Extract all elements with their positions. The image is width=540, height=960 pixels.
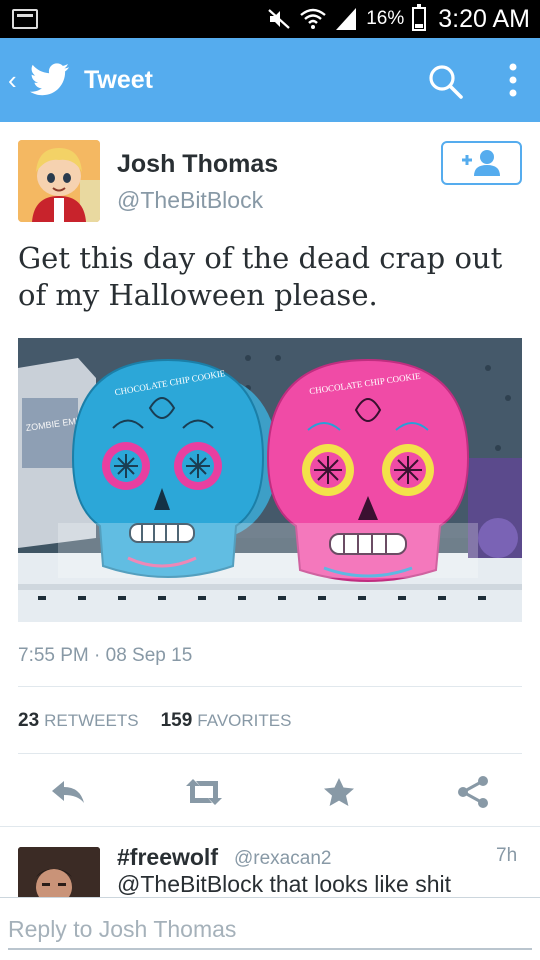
clock: 3:20 AM (438, 4, 530, 33)
tweet-actions (0, 772, 540, 812)
reply-input[interactable] (8, 910, 532, 950)
favorites-stat[interactable]: 159 FAVORITES (161, 710, 292, 732)
share-button[interactable] (453, 772, 493, 812)
retweets-stat[interactable]: 23 RETWEETS (18, 710, 139, 732)
tweet-timestamp: 7:55 PM · 08 Sep 15 (18, 645, 193, 666)
reply-composer (0, 897, 540, 960)
status-bar-right: 16% 3:20 AM (266, 0, 530, 38)
reply-icon (52, 781, 84, 803)
battery-percent: 16% (366, 8, 405, 29)
avatar-illustration (18, 140, 100, 222)
photo-illustration: ZOMBIE EMPORIUM CHOCOLATE CHIP COOKIE CH… (18, 338, 522, 622)
add-user-icon (461, 150, 500, 176)
mute-icon (268, 9, 290, 29)
reply-button[interactable] (48, 772, 88, 812)
divider (18, 686, 522, 687)
favorites-count: 159 (160, 710, 193, 731)
app-bar: ‹ Tweet (0, 38, 540, 122)
more-vert-icon[interactable] (496, 60, 530, 100)
divider (0, 826, 540, 827)
wifi-icon (300, 8, 327, 29)
divider (18, 753, 522, 754)
search-icon[interactable] (426, 62, 466, 102)
back-chevron-icon[interactable]: ‹ (8, 67, 24, 93)
notification-icon (12, 9, 38, 29)
reply-user-name[interactable]: #freewolf (117, 844, 218, 871)
favorite-button[interactable] (319, 772, 359, 812)
twitter-bird-icon[interactable] (30, 63, 70, 97)
signal-icon (336, 8, 357, 30)
user-name[interactable]: Josh Thomas (117, 150, 278, 179)
tweet-stats: 23 RETWEETS 159 FAVORITES (18, 710, 291, 732)
favorite-icon (324, 778, 354, 806)
avatar[interactable] (18, 140, 100, 222)
retweets-count: 23 (18, 710, 40, 731)
follow-button[interactable] (441, 141, 522, 185)
battery-icon (412, 4, 427, 31)
status-bar: 16% 3:20 AM (0, 0, 540, 38)
retweet-icon (186, 779, 222, 805)
tweet-text: Get this day of the dead crap out of my … (18, 241, 503, 312)
retweet-button[interactable] (184, 772, 224, 812)
page-title: Tweet (84, 65, 153, 94)
retweets-label: RETWEETS (44, 711, 139, 730)
share-icon (458, 776, 488, 808)
favorites-label: FAVORITES (197, 711, 292, 730)
reply-user-handle[interactable]: @rexacan2 (234, 848, 331, 870)
reply-time: 7h (496, 845, 518, 866)
user-handle[interactable]: @TheBitBlock (117, 187, 263, 214)
reply-text: @TheBitBlock that looks like shit (117, 871, 451, 897)
tweet-photo[interactable]: ZOMBIE EMPORIUM CHOCOLATE CHIP COOKIE CH… (18, 338, 522, 622)
reply-avatar-illustration (18, 847, 100, 899)
reply-avatar[interactable] (18, 847, 100, 899)
